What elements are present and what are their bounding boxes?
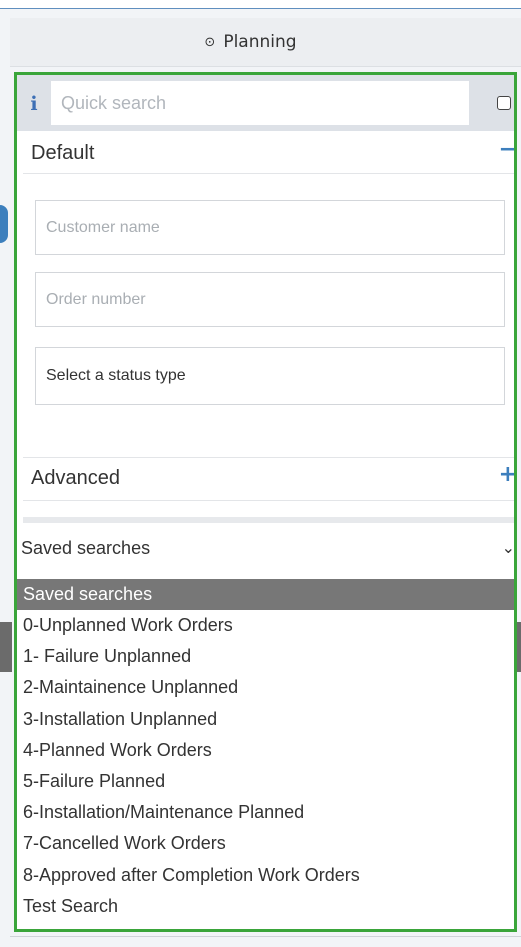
collapse-icon[interactable]: − <box>499 137 514 162</box>
background-panel-edge-right <box>517 622 521 672</box>
dropdown-option[interactable]: 5-Failure Planned <box>17 766 514 797</box>
dropdown-option[interactable]: 6-Installation/Maintenance Planned <box>17 797 514 828</box>
advanced-section-label: Advanced <box>31 467 120 489</box>
dropdown-option[interactable]: 0-Unplanned Work Orders <box>17 610 514 641</box>
dropdown-option-header[interactable]: Saved searches <box>17 579 514 610</box>
saved-searches-selected: Saved searches <box>21 538 151 558</box>
dropdown-option[interactable]: Test Search <box>17 891 514 922</box>
dropdown-option[interactable]: 3-Installation Unplanned <box>17 704 514 735</box>
expand-icon[interactable]: + <box>499 462 514 487</box>
quick-search-checkbox[interactable] <box>497 96 511 110</box>
saved-searches-select[interactable]: Saved searches ⌄ <box>17 524 514 572</box>
side-panel-handle[interactable] <box>0 205 8 243</box>
page-title: Planning <box>223 32 297 52</box>
chevron-down-icon[interactable]: ⌄ <box>502 538 514 558</box>
dropdown-option[interactable]: 1- Failure Unplanned <box>17 641 514 672</box>
section-divider <box>23 517 514 523</box>
saved-searches-dropdown: Saved searches 0-Unplanned Work Orders 1… <box>17 579 514 922</box>
customer-name-field[interactable]: Customer name <box>35 200 505 255</box>
planning-header[interactable]: ⊙ Planning <box>10 18 521 67</box>
top-border <box>0 0 521 9</box>
quick-search-row: i <box>17 75 514 131</box>
info-icon[interactable]: i <box>25 93 43 115</box>
clock-icon: ⊙ <box>204 34 216 50</box>
dropdown-option[interactable]: 7-Cancelled Work Orders <box>17 828 514 859</box>
dropdown-option[interactable]: 4-Planned Work Orders <box>17 735 514 766</box>
default-section-header[interactable]: Default − <box>23 133 514 174</box>
dropdown-option[interactable]: 8-Approved after Completion Work Orders <box>17 860 514 891</box>
search-panel: i Default − Customer name Order number S… <box>14 72 517 932</box>
default-section-label: Default <box>31 142 95 164</box>
advanced-section-header[interactable]: Advanced + <box>23 457 514 501</box>
quick-search-input[interactable] <box>51 81 469 125</box>
status-type-select[interactable]: Select a status type <box>35 347 505 405</box>
dropdown-option[interactable]: 2-Maintainence Unplanned <box>17 672 514 703</box>
bottom-divider <box>10 936 521 937</box>
order-number-field[interactable]: Order number <box>35 272 505 327</box>
background-panel-edge <box>0 622 12 672</box>
